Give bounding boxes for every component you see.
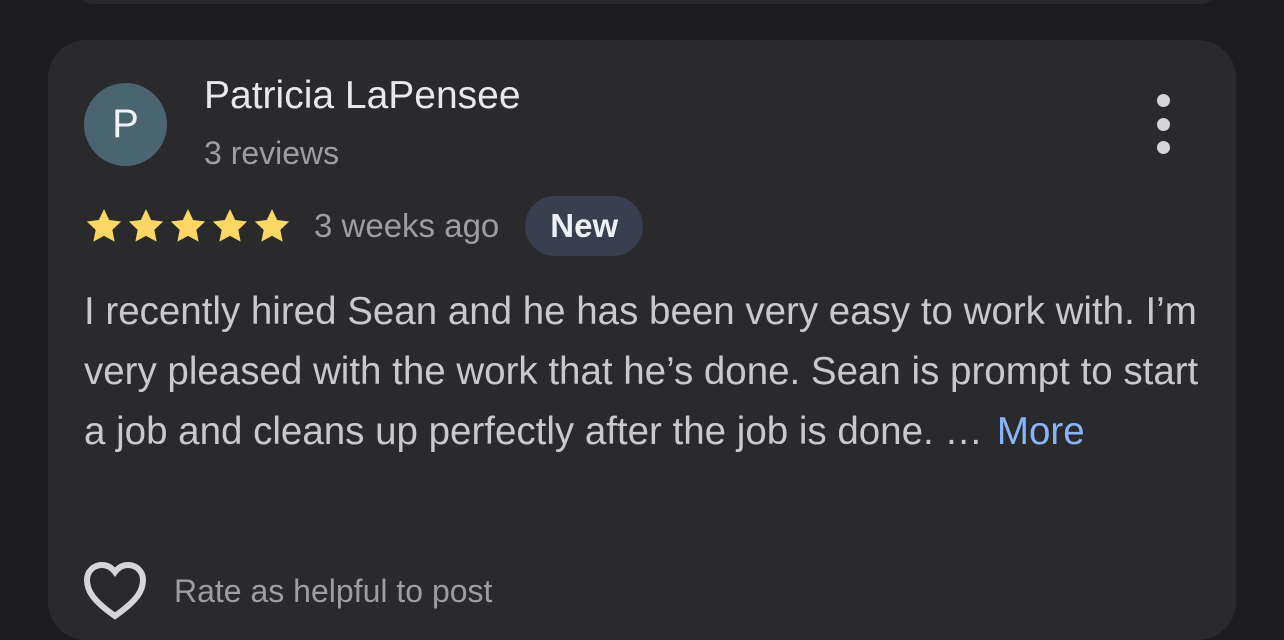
menu-dot xyxy=(1156,94,1170,107)
star-icon xyxy=(212,209,248,242)
menu-dot xyxy=(1156,141,1170,154)
reviewer-review-count: 3 reviews xyxy=(204,135,340,171)
reviewer-name[interactable]: Patricia LaPensee xyxy=(204,74,521,118)
review-card: P Patricia LaPensee 3 reviews 3 weeks ag… xyxy=(48,40,1236,640)
more-vert-icon[interactable] xyxy=(1143,94,1183,154)
star-icon xyxy=(128,209,164,242)
rating-row: 3 weeks ago New xyxy=(84,196,644,256)
avatar-letter: P xyxy=(112,102,139,146)
new-badge: New xyxy=(525,196,644,256)
helpful-row[interactable]: Rate as helpful to post xyxy=(84,562,492,620)
previous-review-card xyxy=(72,0,1222,4)
more-link[interactable]: More xyxy=(997,410,1085,453)
star-icon xyxy=(170,209,206,242)
helpful-label: Rate as helpful to post xyxy=(174,572,493,609)
star-rating xyxy=(84,206,292,246)
review-age: 3 weeks ago xyxy=(314,207,500,244)
heart-outline-icon[interactable] xyxy=(84,562,146,620)
star-icon xyxy=(254,209,290,242)
review-text-block: I recently hired Sean and he has been ve… xyxy=(84,282,1214,462)
star-icon xyxy=(86,209,122,242)
menu-dot xyxy=(1156,117,1170,131)
avatar[interactable]: P xyxy=(84,83,167,166)
